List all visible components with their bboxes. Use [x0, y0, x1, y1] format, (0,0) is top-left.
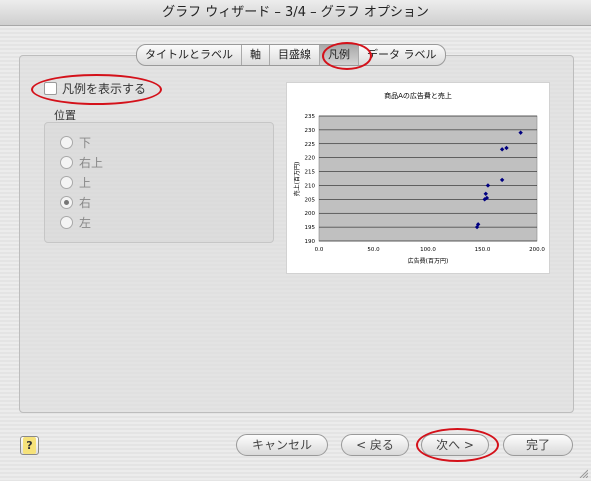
- chart-title: 商品Aの広告費と売上: [384, 91, 452, 100]
- y-tick-label: 220: [305, 156, 316, 162]
- y-tick-label: 190: [305, 239, 316, 245]
- y-tick-label: 210: [305, 183, 316, 189]
- radio-bottom-button[interactable]: [60, 136, 73, 149]
- x-tick-label: 0.0: [315, 247, 324, 253]
- radio-bottom[interactable]: 下: [60, 134, 91, 151]
- show-legend-checkbox-row[interactable]: 凡例を表示する: [44, 80, 146, 97]
- y-tick-label: 195: [305, 225, 316, 231]
- show-legend-label: 凡例を表示する: [62, 82, 147, 96]
- y-tick-label: 200: [305, 211, 316, 217]
- y-tick-label: 235: [305, 114, 316, 120]
- finish-button[interactable]: 完了: [503, 434, 573, 456]
- x-tick-label: 50.0: [367, 247, 380, 253]
- chart-preview: 商品Aの広告費と売上 広告費(百万円) 売上(百万円) 190 195 200 205…: [286, 82, 550, 274]
- cancel-button[interactable]: キャンセル: [236, 434, 328, 456]
- y-axis-label: 売上(百万円): [293, 162, 301, 197]
- tab-axes[interactable]: 軸: [242, 45, 270, 65]
- radio-top-right-label: 右上: [79, 156, 104, 170]
- position-group-label: 位置: [54, 109, 76, 122]
- back-button[interactable]: < 戻る: [341, 434, 409, 456]
- radio-top-right-button[interactable]: [60, 156, 73, 169]
- radio-top-button[interactable]: [60, 176, 73, 189]
- radio-left-button[interactable]: [60, 216, 73, 229]
- tab-titles[interactable]: タイトルとラベル: [137, 45, 242, 65]
- radio-left[interactable]: 左: [60, 214, 91, 231]
- radio-top[interactable]: 上: [60, 174, 91, 191]
- next-button[interactable]: 次へ >: [421, 434, 489, 456]
- tab-legend[interactable]: 凡例: [320, 45, 359, 65]
- y-tick-label: 205: [305, 197, 316, 203]
- radio-top-right[interactable]: 右上: [60, 154, 103, 171]
- help-button[interactable]: ?: [20, 436, 39, 455]
- radio-right[interactable]: 右: [60, 194, 91, 211]
- y-tick-label: 230: [305, 128, 316, 134]
- resize-grip-icon[interactable]: [578, 468, 588, 478]
- radio-right-button[interactable]: [60, 196, 73, 209]
- tab-data-labels[interactable]: データ ラベル: [359, 45, 445, 65]
- x-tick-label: 200.0: [529, 247, 545, 253]
- scatter-chart: 商品Aの広告費と売上 広告費(百万円) 売上(百万円) 190 195 200 205…: [293, 91, 545, 265]
- tab-bar: タイトルとラベル 軸 目盛線 凡例 データ ラベル: [136, 44, 446, 66]
- radio-bottom-label: 下: [79, 136, 92, 150]
- window-title: グラフ ウィザード – 3/4 – グラフ オプション: [0, 0, 591, 26]
- show-legend-checkbox[interactable]: [44, 82, 57, 95]
- radio-top-label: 上: [79, 176, 92, 190]
- plot-area: [318, 115, 538, 242]
- radio-right-label: 右: [79, 196, 92, 210]
- x-tick-label: 150.0: [475, 247, 491, 253]
- tab-gridlines[interactable]: 目盛線: [270, 45, 320, 65]
- y-tick-label: 225: [305, 142, 316, 148]
- radio-left-label: 左: [79, 216, 92, 230]
- x-tick-label: 100.0: [420, 247, 436, 253]
- x-axis-label: 広告費(百万円): [408, 257, 449, 265]
- y-tick-label: 215: [305, 170, 316, 176]
